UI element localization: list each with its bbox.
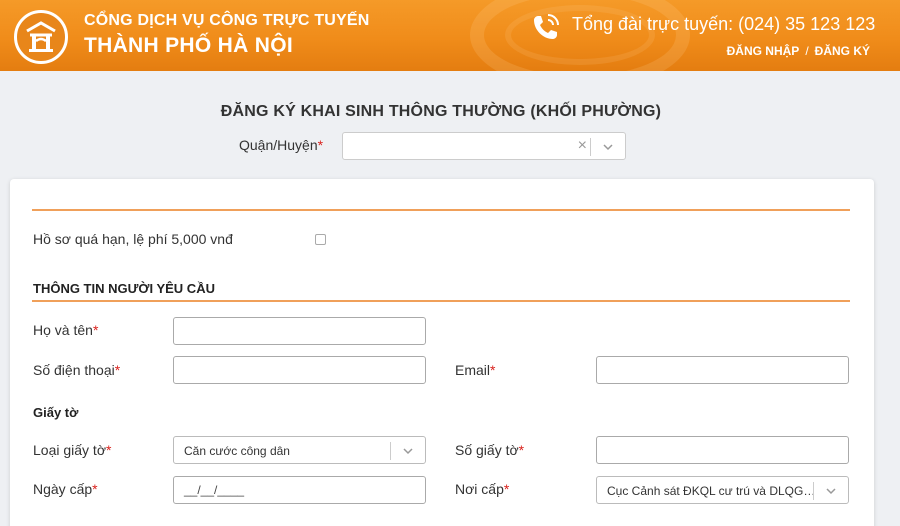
doc-type-label-text: Loại giấy tờ [33, 442, 107, 458]
auth-separator: / [805, 44, 809, 58]
hotline-text: Tổng đài trực tuyến: (024) 35 123 123 [572, 14, 876, 34]
documents-section-title: Giấy tờ [33, 405, 79, 420]
chevron-down-icon[interactable] [601, 140, 615, 154]
email-label-text: Email [455, 362, 491, 378]
brand-subtitle: CỔNG DỊCH VỤ CÔNG TRỰC TUYẾN [84, 12, 370, 29]
full-name-input[interactable] [173, 317, 426, 345]
doc-number-label-text: Số giấy tờ [455, 442, 519, 458]
district-label: Quận/Huyện* [239, 137, 323, 153]
doc-number-label: Số giấy tờ* [455, 442, 524, 458]
page-title: ĐĂNG KÝ KHAI SINH THÔNG THƯỜNG (KHỐI PHƯ… [220, 103, 662, 120]
section-divider [32, 300, 850, 302]
full-name-label-text: Họ và tên [33, 322, 93, 338]
required-mark: * [490, 362, 496, 378]
hanoi-logo-icon[interactable] [14, 10, 68, 64]
issued-by-label-text: Nơi cấp [455, 481, 504, 497]
district-select[interactable]: × [342, 132, 626, 160]
site-header: CỔNG DỊCH VỤ CÔNG TRỰC TUYẾN THÀNH PHỐ H… [0, 0, 900, 71]
doc-type-value: Căn cước công dân [184, 444, 290, 458]
select-divider [813, 482, 814, 500]
brand-title: THÀNH PHỐ HÀ NỘI [84, 34, 293, 57]
district-label-text: Quận/Huyện [239, 137, 318, 153]
late-fee-checkbox[interactable] [315, 234, 326, 245]
chevron-down-icon[interactable] [401, 444, 415, 458]
select-divider [390, 442, 391, 460]
required-mark: * [92, 481, 98, 497]
required-mark: * [503, 481, 510, 497]
form-card: Hồ sơ quá hạn, lệ phí 5,000 vnđ THÔNG TI… [10, 179, 874, 526]
requester-section-title: THÔNG TIN NGƯỜI YÊU CẦU [33, 281, 215, 296]
phone-input[interactable] [173, 356, 426, 384]
issue-date-input[interactable]: __/__/____ [173, 476, 426, 504]
doc-number-input[interactable] [596, 436, 849, 464]
phone-label: Số điện thoại* [33, 362, 120, 378]
issue-date-label-text: Ngày cấp [33, 481, 93, 497]
login-link[interactable]: ĐĂNG NHẬP [727, 44, 800, 58]
section-divider [32, 209, 850, 211]
email-label: Email* [455, 362, 495, 378]
late-fee-label: Hồ sơ quá hạn, lệ phí 5,000 vnđ [33, 231, 233, 247]
required-mark: * [106, 442, 112, 458]
required-mark: * [92, 322, 99, 338]
doc-type-label: Loại giấy tờ* [33, 442, 111, 458]
email-input[interactable] [596, 356, 849, 384]
issue-date-label: Ngày cấp* [33, 481, 98, 497]
full-name-label: Họ và tên* [33, 322, 98, 338]
issued-by-value: Cục Cảnh sát ĐKQL cư trú và DLQG v... [607, 484, 817, 498]
auth-links: ĐĂNG NHẬP / ĐĂNG KÝ [727, 44, 870, 58]
phone-label-text: Số điện thoại [33, 362, 115, 378]
required-mark: * [317, 137, 324, 153]
chevron-down-icon[interactable] [824, 484, 838, 498]
issued-by-select[interactable]: Cục Cảnh sát ĐKQL cư trú và DLQG v... [596, 476, 849, 504]
select-divider [590, 138, 591, 156]
phone-icon [534, 14, 559, 39]
doc-type-select[interactable]: Căn cước công dân [173, 436, 426, 464]
required-mark: * [114, 362, 121, 378]
issued-by-label: Nơi cấp* [455, 481, 509, 497]
clear-icon[interactable]: × [578, 137, 587, 155]
required-mark: * [518, 442, 525, 458]
register-link[interactable]: ĐĂNG KÝ [815, 44, 870, 58]
